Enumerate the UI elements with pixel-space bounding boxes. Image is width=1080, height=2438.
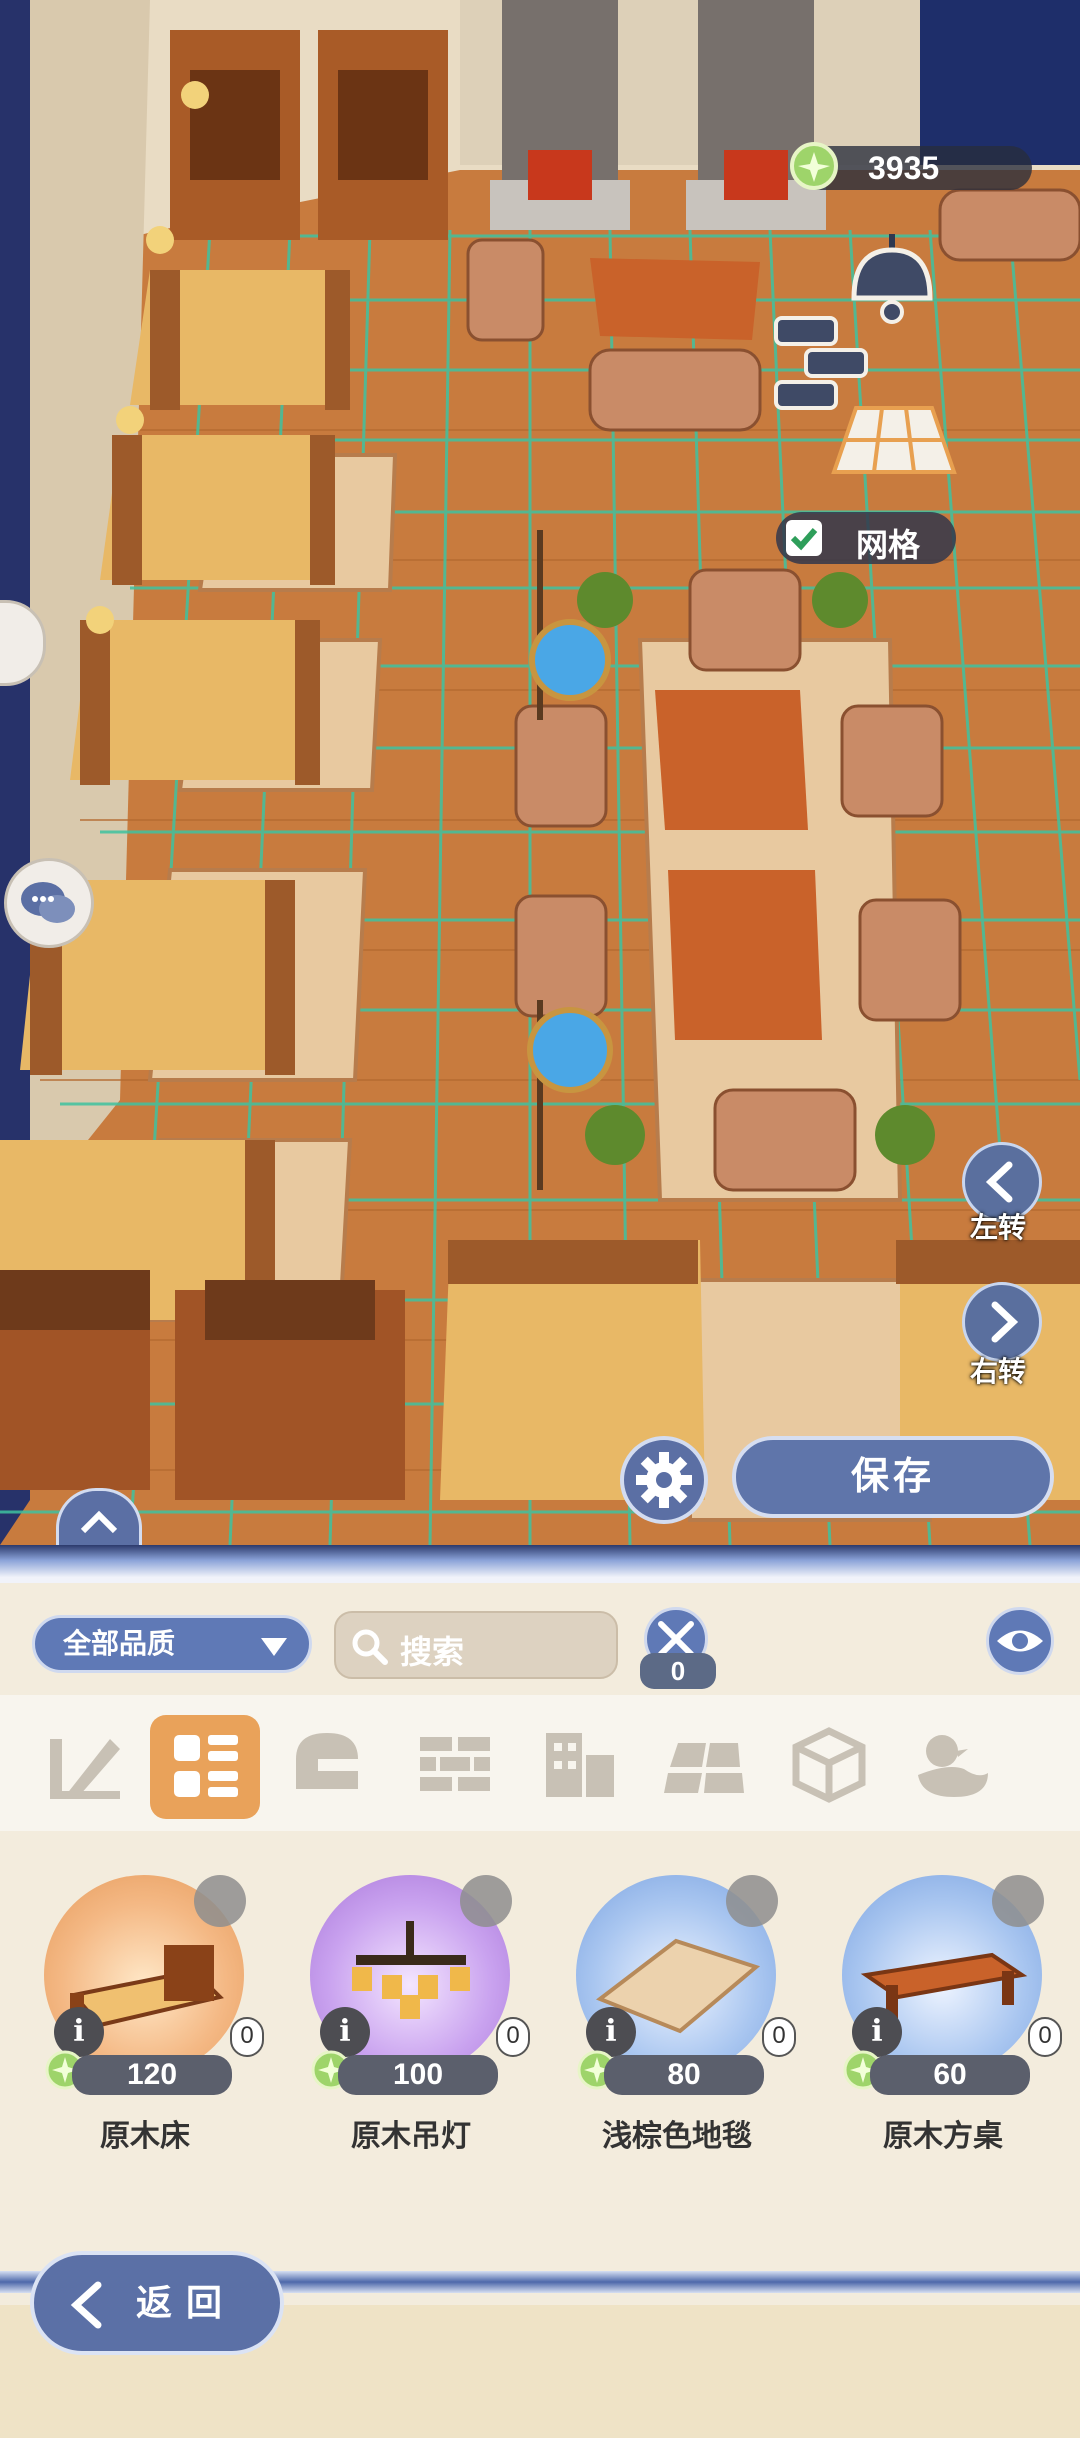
box-icon[interactable] [784,1719,874,1809]
item-name: 原木床 [100,2120,190,2153]
furniture-panel: 全部品质 搜索 0 i 0 120 原木床 i 0 100 原木吊灯 i 0 8… [0,1545,1080,2438]
delete-tools-icon[interactable] [726,1875,778,1927]
item-price: 60 [870,2055,1030,2095]
collapse-panel-button[interactable] [56,1488,142,1545]
grid-toggle-label: 网格 [856,527,921,563]
wall-paint-icon[interactable] [40,1719,130,1809]
back-button[interactable]: 返回 [30,2251,284,2355]
floor-tile-icon[interactable] [658,1719,748,1809]
duck-icon[interactable] [908,1719,998,1809]
item-owned-count: 0 [1028,2017,1062,2057]
item-owned-count: 0 [496,2017,530,2057]
wall-brick-tool-icon[interactable] [772,312,872,416]
item-price: 120 [72,2055,232,2095]
rotate-right-label: 右转 [970,1356,1027,1387]
currency-amount: 3935 [868,150,940,186]
search-input[interactable]: 搜索 [334,1611,618,1679]
quality-dropdown[interactable]: 全部品质 [32,1615,312,1673]
item-owned-count: 0 [762,2017,796,2057]
panel-top-border [0,1545,1080,1583]
recycle-count: 0 [640,1653,716,1689]
arrow-right-icon [991,1301,1019,1343]
helmet-icon[interactable] [282,1719,372,1809]
quality-dropdown-value: 全部品质 [63,1628,176,1659]
delete-tools-icon[interactable] [194,1875,246,1927]
rotate-left-label: 左转 [970,1212,1027,1243]
brick-wall-icon[interactable] [410,1719,500,1809]
search-icon [352,1629,388,1665]
furniture-grid-icon [174,1735,238,1797]
grid-toggle[interactable]: 网格 [776,512,956,564]
item-price: 100 [338,2055,498,2095]
leaf-coin-icon [790,142,838,190]
category-furniture-active[interactable] [150,1715,260,1819]
category-tabs [0,1695,1080,1831]
save-button[interactable]: 保存 [732,1436,1054,1518]
checkbox-checked-icon[interactable] [786,520,822,556]
item-name: 原木方桌 [883,2120,1003,2153]
currency-display: 3935 [790,142,1032,190]
back-button-label: 返回 [136,2282,237,2323]
settings-button[interactable] [620,1436,708,1524]
search-placeholder: 搜索 [400,1634,465,1670]
item-price: 80 [604,2055,764,2095]
visibility-toggle-button[interactable] [986,1607,1054,1675]
floor-tile-tool-icon[interactable] [830,404,958,476]
item-owned-count: 0 [230,2017,264,2057]
back-arrow-icon [70,2281,102,2329]
eye-icon [997,1630,1043,1652]
delete-tools-icon[interactable] [992,1875,1044,1927]
item-name: 原木吊灯 [351,2120,471,2153]
item-name: 浅棕色地毯 [602,2120,752,2153]
delete-tools-icon[interactable] [460,1875,512,1927]
chevron-up-icon [80,1510,118,1534]
chat-button[interactable] [4,858,94,948]
gear-icon [636,1452,692,1508]
building-icon[interactable] [534,1719,624,1809]
room-editor-scene[interactable]: 3935 网格 左转 右转 保存 [0,0,1080,1545]
chat-bubble-icon [21,882,75,923]
dropdown-arrow-icon [261,1638,287,1656]
